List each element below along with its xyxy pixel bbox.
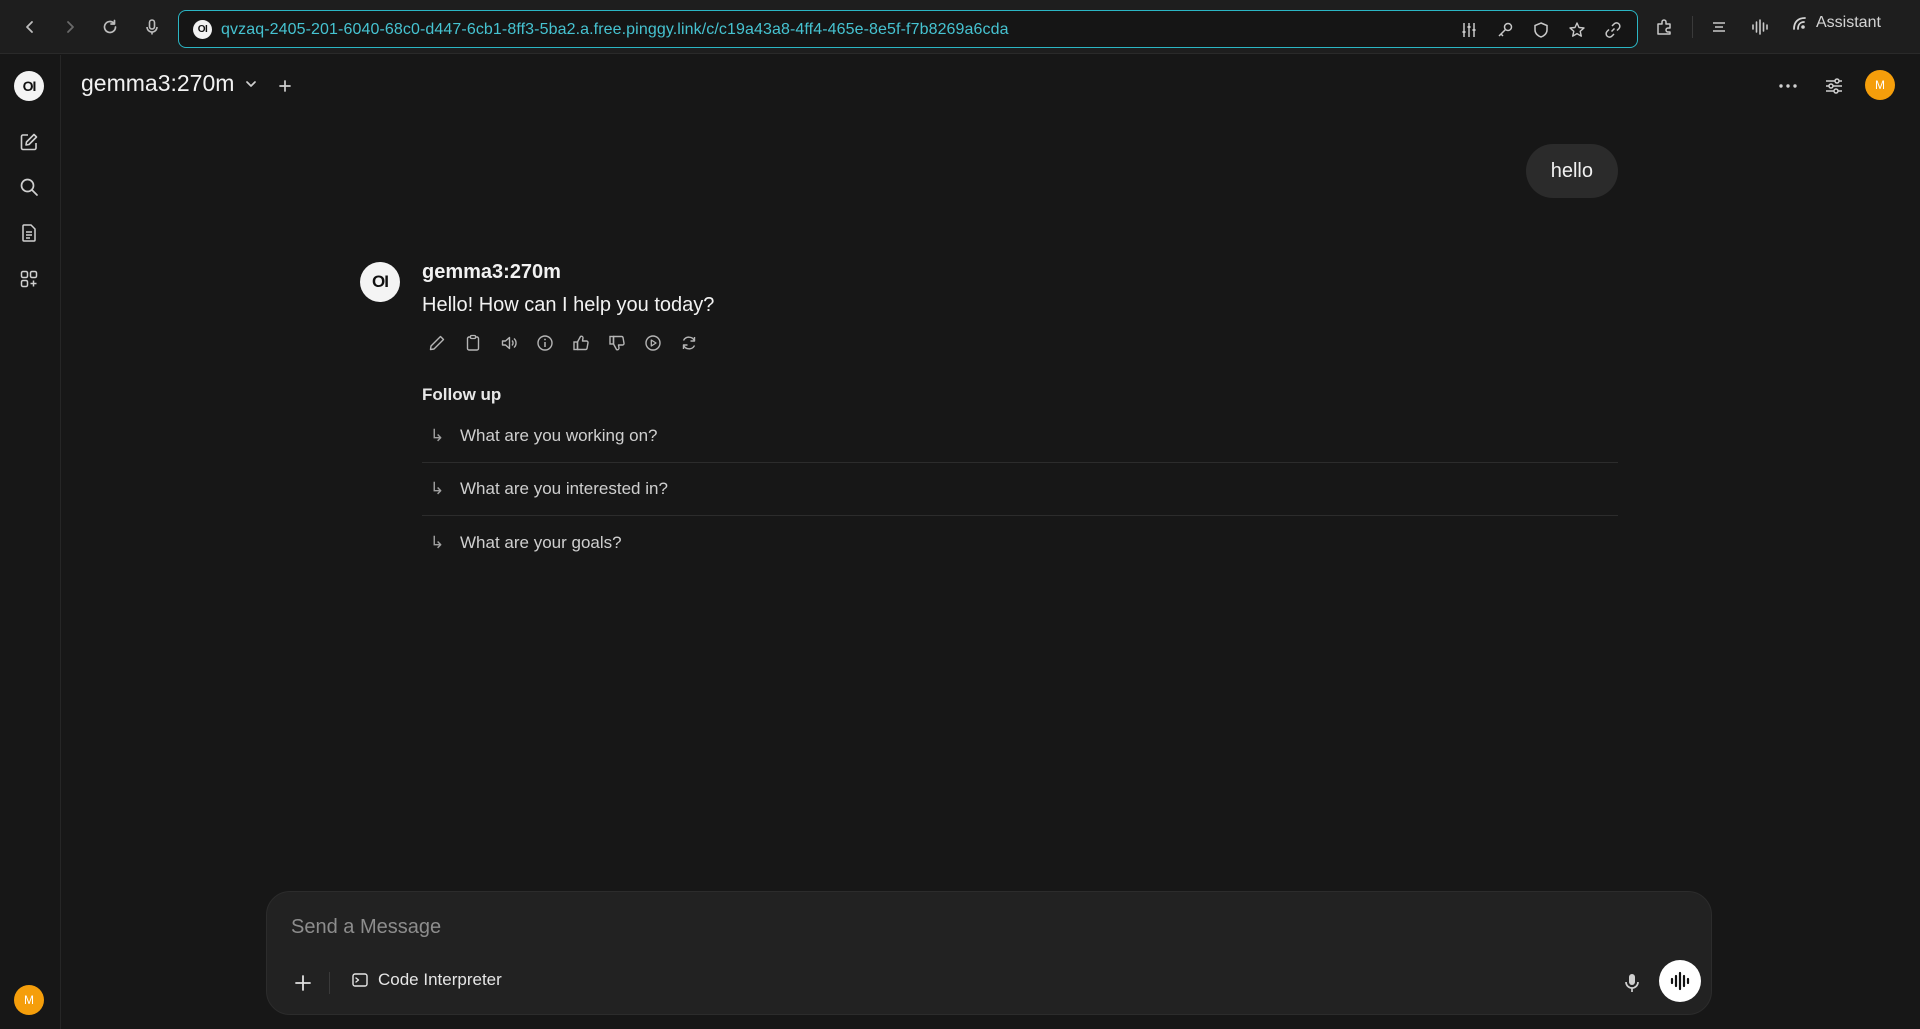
attach-plus-icon[interactable] bbox=[287, 967, 319, 999]
back-icon[interactable] bbox=[16, 13, 44, 41]
audio-wave-icon[interactable] bbox=[1747, 14, 1773, 40]
voice-mode-button[interactable] bbox=[1659, 960, 1701, 1002]
bot-message: Hello! How can I help you today? bbox=[422, 294, 715, 316]
followup-list: ↳ What are you working on? ↳ What are yo… bbox=[422, 410, 1618, 569]
message-composer: Code Interpreter bbox=[266, 891, 1712, 1015]
model-selector[interactable]: gemma3:270m bbox=[81, 70, 258, 97]
assistant-label: Assistant bbox=[1816, 14, 1881, 31]
bot-avatar: OI bbox=[360, 262, 400, 302]
chevron-down-icon bbox=[246, 80, 257, 87]
copy-icon[interactable] bbox=[462, 332, 484, 354]
followup-text: What are you interested in? bbox=[460, 479, 668, 498]
user-message-bubble: hello bbox=[1525, 144, 1618, 198]
voice-wave-icon bbox=[1670, 971, 1690, 991]
assistant-button[interactable]: Assistant bbox=[1790, 14, 1881, 32]
workspace-icon[interactable] bbox=[16, 266, 42, 292]
message-actions bbox=[426, 332, 700, 354]
controls-sliders-icon[interactable] bbox=[1820, 72, 1848, 100]
site-favicon: OI bbox=[193, 20, 212, 39]
forward-icon[interactable] bbox=[56, 13, 84, 41]
extensions-icon[interactable] bbox=[1651, 14, 1677, 40]
edit-icon[interactable] bbox=[426, 332, 448, 354]
followup-text: What are you working on? bbox=[460, 426, 658, 445]
dictate-mic-icon[interactable] bbox=[1617, 968, 1647, 998]
bot-name: gemma3:270m bbox=[422, 261, 561, 283]
regenerate-icon[interactable] bbox=[678, 332, 700, 354]
code-interpreter-button[interactable]: Code Interpreter bbox=[351, 970, 502, 990]
browser-toolbar: OI qvzaq-2405-201-6040-68c0-d447-6cb1-8f… bbox=[0, 0, 1920, 54]
search-icon[interactable] bbox=[16, 174, 42, 200]
bookmark-star-icon[interactable] bbox=[1567, 20, 1587, 40]
message-input[interactable] bbox=[291, 910, 1681, 944]
url-text[interactable]: qvzaq-2405-201-6040-68c0-d447-6cb1-8ff3-… bbox=[221, 21, 1009, 39]
add-model-icon[interactable] bbox=[271, 72, 299, 100]
composer-divider bbox=[329, 972, 330, 994]
reader-mode-icon[interactable] bbox=[1706, 14, 1732, 40]
thumbs-up-icon[interactable] bbox=[570, 332, 592, 354]
thumbs-down-icon[interactable] bbox=[606, 332, 628, 354]
continue-response-icon[interactable] bbox=[642, 332, 664, 354]
model-name: gemma3:270m bbox=[81, 70, 235, 96]
followup-item[interactable]: ↳ What are you working on? bbox=[422, 410, 1618, 463]
followup-text: What are your goals? bbox=[460, 532, 622, 552]
followup-item[interactable]: ↳ What are you interested in? bbox=[422, 463, 1618, 516]
site-settings-icon[interactable] bbox=[1459, 20, 1479, 40]
link-icon[interactable] bbox=[1603, 20, 1623, 40]
new-chat-icon[interactable] bbox=[16, 129, 42, 155]
key-icon[interactable] bbox=[1495, 20, 1515, 40]
notes-icon[interactable] bbox=[16, 220, 42, 246]
return-arrow-icon: ↳ bbox=[430, 532, 445, 552]
terminal-icon bbox=[352, 973, 368, 987]
code-interpreter-label: Code Interpreter bbox=[378, 970, 502, 989]
followup-title: Follow up bbox=[422, 385, 502, 404]
followup-item[interactable]: ↳ What are your goals? bbox=[422, 516, 1618, 569]
header-user-avatar[interactable]: M bbox=[1865, 70, 1895, 100]
app-logo[interactable]: OI bbox=[14, 71, 44, 101]
info-icon[interactable] bbox=[534, 332, 556, 354]
reload-icon[interactable] bbox=[96, 13, 124, 41]
user-avatar[interactable]: M bbox=[14, 985, 44, 1015]
shield-icon[interactable] bbox=[1531, 20, 1551, 40]
sidebar: OI M bbox=[0, 55, 61, 1029]
return-arrow-icon: ↳ bbox=[430, 426, 445, 445]
browser-mic-icon[interactable] bbox=[138, 13, 166, 41]
assistant-icon bbox=[1793, 17, 1806, 30]
toolbar-divider bbox=[1692, 16, 1693, 38]
more-options-icon[interactable] bbox=[1774, 72, 1802, 100]
address-bar[interactable]: OI qvzaq-2405-201-6040-68c0-d447-6cb1-8f… bbox=[178, 10, 1638, 48]
return-arrow-icon: ↳ bbox=[430, 479, 445, 498]
read-aloud-icon[interactable] bbox=[498, 332, 520, 354]
